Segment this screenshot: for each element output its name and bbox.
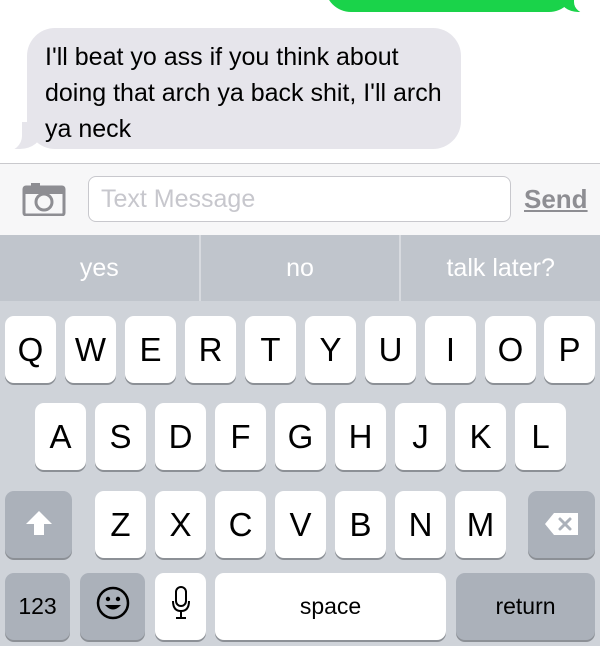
- key-u[interactable]: U: [365, 316, 416, 383]
- received-message-bubble[interactable]: I'll beat yo ass if you think about doin…: [27, 28, 461, 149]
- key-y[interactable]: Y: [305, 316, 356, 383]
- key-w[interactable]: W: [65, 316, 116, 383]
- emoji-smiley-icon: [96, 586, 130, 628]
- key-n[interactable]: N: [395, 491, 446, 558]
- key-p[interactable]: P: [544, 316, 595, 383]
- key-x[interactable]: X: [155, 491, 206, 558]
- microphone-icon: [171, 585, 191, 628]
- key-a[interactable]: A: [35, 403, 86, 470]
- key-v[interactable]: V: [275, 491, 326, 558]
- return-key[interactable]: return: [456, 573, 595, 640]
- key-q[interactable]: Q: [5, 316, 56, 383]
- microphone-key[interactable]: [155, 573, 206, 640]
- prediction-no[interactable]: no: [198, 235, 400, 301]
- delete-backspace-icon: [544, 506, 580, 544]
- send-button[interactable]: Send: [524, 184, 588, 215]
- key-c[interactable]: C: [215, 491, 266, 558]
- keyboard: yes no talk later? Q W E R T Y U I O P A…: [0, 235, 600, 646]
- emoji-key[interactable]: [80, 573, 145, 640]
- key-i[interactable]: I: [425, 316, 476, 383]
- key-z[interactable]: Z: [95, 491, 146, 558]
- shift-arrow-icon: [25, 506, 53, 544]
- key-r[interactable]: R: [185, 316, 236, 383]
- conversation-area: I'll beat yo ass if you think about doin…: [0, 0, 600, 163]
- message-input-bar: Send: [0, 163, 600, 235]
- predictive-text-bar: yes no talk later?: [0, 235, 600, 301]
- prediction-talk-later[interactable]: talk later?: [399, 235, 600, 301]
- key-m[interactable]: M: [455, 491, 506, 558]
- received-message-text: I'll beat yo ass if you think about doin…: [45, 43, 442, 143]
- key-s[interactable]: S: [95, 403, 146, 470]
- shift-key[interactable]: [5, 491, 72, 558]
- key-b[interactable]: B: [335, 491, 386, 558]
- key-j[interactable]: J: [395, 403, 446, 470]
- numbers-key[interactable]: 123: [5, 573, 70, 640]
- text-message-field[interactable]: [88, 176, 511, 222]
- key-g[interactable]: G: [275, 403, 326, 470]
- sent-message-bubble[interactable]: [325, 0, 575, 12]
- key-l[interactable]: L: [515, 403, 566, 470]
- prediction-yes[interactable]: yes: [0, 235, 199, 301]
- camera-icon[interactable]: [22, 182, 66, 217]
- key-t[interactable]: T: [245, 316, 296, 383]
- key-d[interactable]: D: [155, 403, 206, 470]
- text-message-input[interactable]: [89, 177, 510, 221]
- key-h[interactable]: H: [335, 403, 386, 470]
- key-f[interactable]: F: [215, 403, 266, 470]
- key-o[interactable]: O: [485, 316, 536, 383]
- key-k[interactable]: K: [455, 403, 506, 470]
- space-key[interactable]: space: [215, 573, 446, 640]
- key-e[interactable]: E: [125, 316, 176, 383]
- delete-key[interactable]: [528, 491, 595, 558]
